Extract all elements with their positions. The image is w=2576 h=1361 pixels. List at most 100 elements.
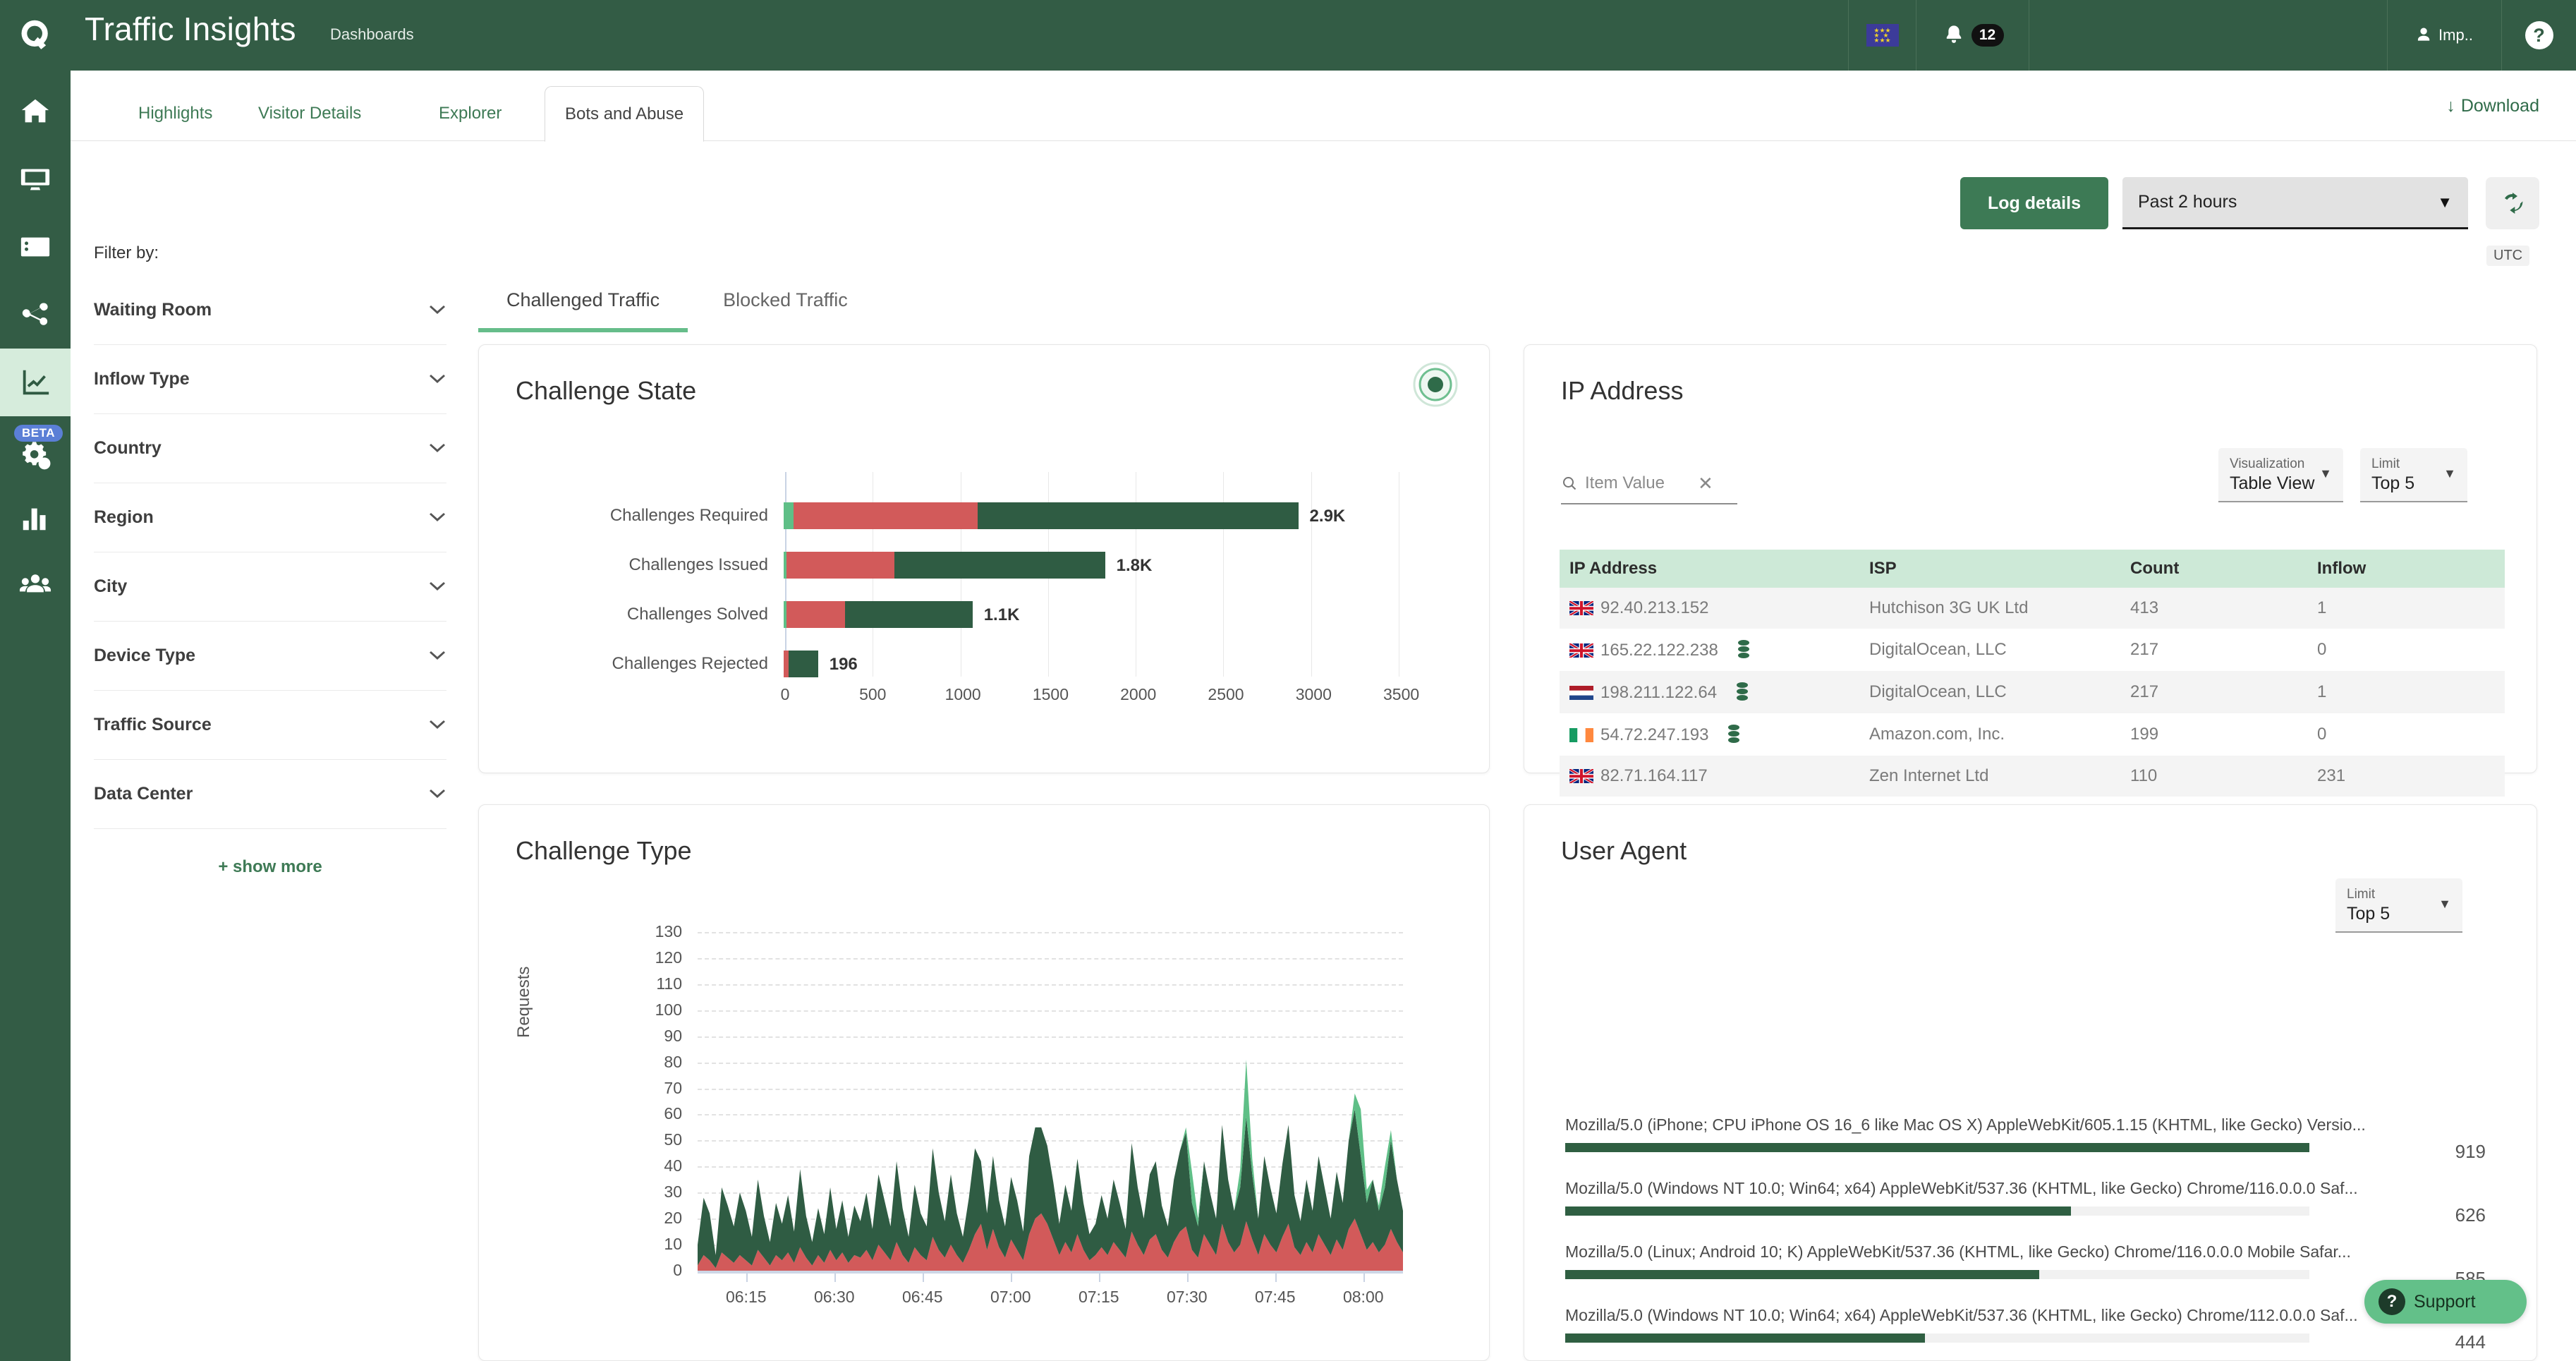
impersonate-button[interactable]: Imp.. [2387,0,2501,71]
list-item[interactable]: Mozilla/5.0 (Windows NT 10.0; Win64; x64… [1565,1179,2486,1226]
x-axis-tick: 06:45 [901,1288,943,1306]
filter-region[interactable]: Region [94,483,446,552]
bar-segment-QueueitCaptcha[interactable] [977,502,1299,529]
server-stack-icon [1736,682,1748,701]
sidebar-item-users[interactable] [0,552,71,619]
ip-search-field[interactable]: ✕ [1561,464,1737,504]
bar-fill [1565,1333,1925,1343]
home-icon [21,99,49,123]
list-item[interactable]: Mozilla/5.0 (iPhone; CPU iPhone OS 16_6 … [1565,1115,2486,1162]
y-axis-tick: 100 [655,1000,682,1019]
sidebar-item-home[interactable] [0,78,71,145]
region-flag-button[interactable]: ★★★ ★ ★ ★★★ [1848,0,1916,71]
cell-inflow: 1 [2307,671,2505,713]
impersonate-label: Imp.. [2438,26,2473,44]
visualization-value: Table View [2230,473,2315,493]
visualization-select[interactable]: Visualization Table View ▼ [2218,448,2343,502]
filter-title: Filter by: [94,243,159,262]
sidebar-item-reports[interactable] [0,484,71,552]
y-axis-tick: 20 [664,1209,682,1228]
table-row[interactable]: 165.22.122.238 DigitalOcean, LLC 217 0 [1560,629,2505,671]
column-header-isp[interactable]: ISP [1859,550,2120,588]
filter-label: Region [94,507,154,527]
cell-inflow: 1 [2307,588,2505,629]
filter-label: Country [94,438,162,458]
card-title: Challenge Type [516,836,692,865]
sidebar-item-settings-beta[interactable]: BETA [0,416,71,484]
column-header-inflow[interactable]: Inflow [2307,550,2505,588]
log-details-button[interactable]: Log details [1960,177,2108,229]
list-item[interactable]: Mozilla/5.0 (Windows NT 10.0; Win64; x64… [1565,1306,2486,1353]
show-more-filters-button[interactable]: + show more [94,857,446,877]
subtab-challenged-traffic[interactable]: Challenged Traffic [478,282,688,332]
bar-segment-Recaptcha[interactable] [786,601,846,628]
x-axis-tick: 3500 [1383,685,1420,703]
filter-city[interactable]: City [94,552,446,622]
limit-value: Top 5 [2347,904,2390,924]
table-row[interactable]: 198.211.122.64 DigitalOcean, LLC 217 1 [1560,671,2505,713]
refresh-button[interactable] [2486,177,2539,229]
column-header-ip[interactable]: IP Address [1560,550,1859,588]
bar-segment-Recaptcha[interactable] [786,552,895,579]
sidebar-item-insights[interactable] [0,349,71,416]
sidebar-item-connections[interactable] [0,281,71,349]
bar-segment-Recaptcha[interactable] [793,502,978,529]
table-row[interactable]: 82.71.164.117 Zen Internet Ltd 110 231 [1560,756,2505,797]
filter-traffic-source[interactable]: Traffic Source [94,691,446,760]
ip-limit-select[interactable]: Limit Top 5 ▼ [2360,448,2467,502]
card-title: Challenge State [516,376,697,405]
sidebar-item-list[interactable] [0,213,71,281]
column-header-count[interactable]: Count [2120,550,2307,588]
help-button[interactable]: ? [2501,0,2576,71]
cell-count: 199 [2130,725,2159,744]
challenge-state-card: Challenge State 0 500 1000 1500 2000 2500 3000… [478,344,1490,1082]
server-stack-icon [1728,725,1740,743]
limit-label: Limit [2347,887,2376,902]
filter-label: Device Type [94,646,196,665]
filter-data-center[interactable]: Data Center [94,760,446,829]
table-row[interactable]: 92.40.213.152 Hutchison 3G UK Ltd 413 1 [1560,588,2505,629]
x-axis-tick: 2000 [1120,685,1157,703]
tab-highlights[interactable]: Highlights [119,86,232,141]
filter-device-type[interactable]: Device Type [94,622,446,691]
support-button[interactable]: ? Support [2364,1280,2527,1324]
cell-ip-address: 165.22.122.238 [1560,629,1859,671]
page-tabs: Highlights Visitor Details Explorer Bots… [71,71,2576,142]
filter-label: Data Center [94,784,193,804]
bar-segment-Recaptcha[interactable] [784,651,789,677]
x-axis-tick: 1000 [944,685,981,703]
time-range-select[interactable]: Past 2 hours ▼ [2122,177,2468,229]
cell-count: 217 [2120,671,2307,713]
app-title: Traffic Insights [85,11,296,47]
subtab-blocked-traffic[interactable]: Blocked Traffic [695,282,876,332]
chevron-down-icon [428,512,446,524]
filter-waiting-room[interactable]: Waiting Room [94,276,446,345]
table-row: Challenges Rejected [479,640,1490,688]
download-button[interactable]: ↓ Download [2446,96,2539,116]
filter-inflow-type[interactable]: Inflow Type [94,345,446,414]
bar-segment-QueueitCaptcha[interactable] [894,552,1105,579]
bar-segment-QueueitCaptcha[interactable] [845,601,973,628]
nl-flag-icon [1569,685,1593,701]
bar-track [1565,1333,2309,1343]
notifications-button[interactable]: 12 [1916,0,2029,71]
chevron-down-icon [428,789,446,800]
bar-segment-QueueitCaptcha[interactable] [788,651,818,677]
x-axis-tick: 06:15 [725,1288,767,1306]
list-item[interactable]: Mozilla/5.0 (Linux; Android 10; K) Apple… [1565,1242,2486,1289]
tab-explorer[interactable]: Explorer [419,86,521,141]
user-agent-limit-select[interactable]: Limit Top 5 ▼ [2335,878,2462,933]
tab-visitor-details[interactable]: Visitor Details [238,86,381,141]
filter-country[interactable]: Country [94,414,446,483]
y-axis-tick: 90 [664,1026,682,1045]
target-radio-icon[interactable] [1413,362,1458,407]
x-axis-tick: 1500 [1032,685,1069,703]
sidebar-item-monitor[interactable] [0,145,71,213]
tab-bots-and-abuse[interactable]: Bots and Abuse [545,86,705,142]
close-icon[interactable]: ✕ [1698,473,1713,495]
ip-search-input[interactable] [1585,473,1691,493]
bar-segment-ProofOfWorkHash[interactable] [784,502,794,529]
table-row[interactable]: 54.72.247.193 Amazon.com, Inc. 199 0 [1560,713,2505,756]
chevron-down-icon [428,374,446,385]
gb-flag-icon [1568,599,1595,617]
